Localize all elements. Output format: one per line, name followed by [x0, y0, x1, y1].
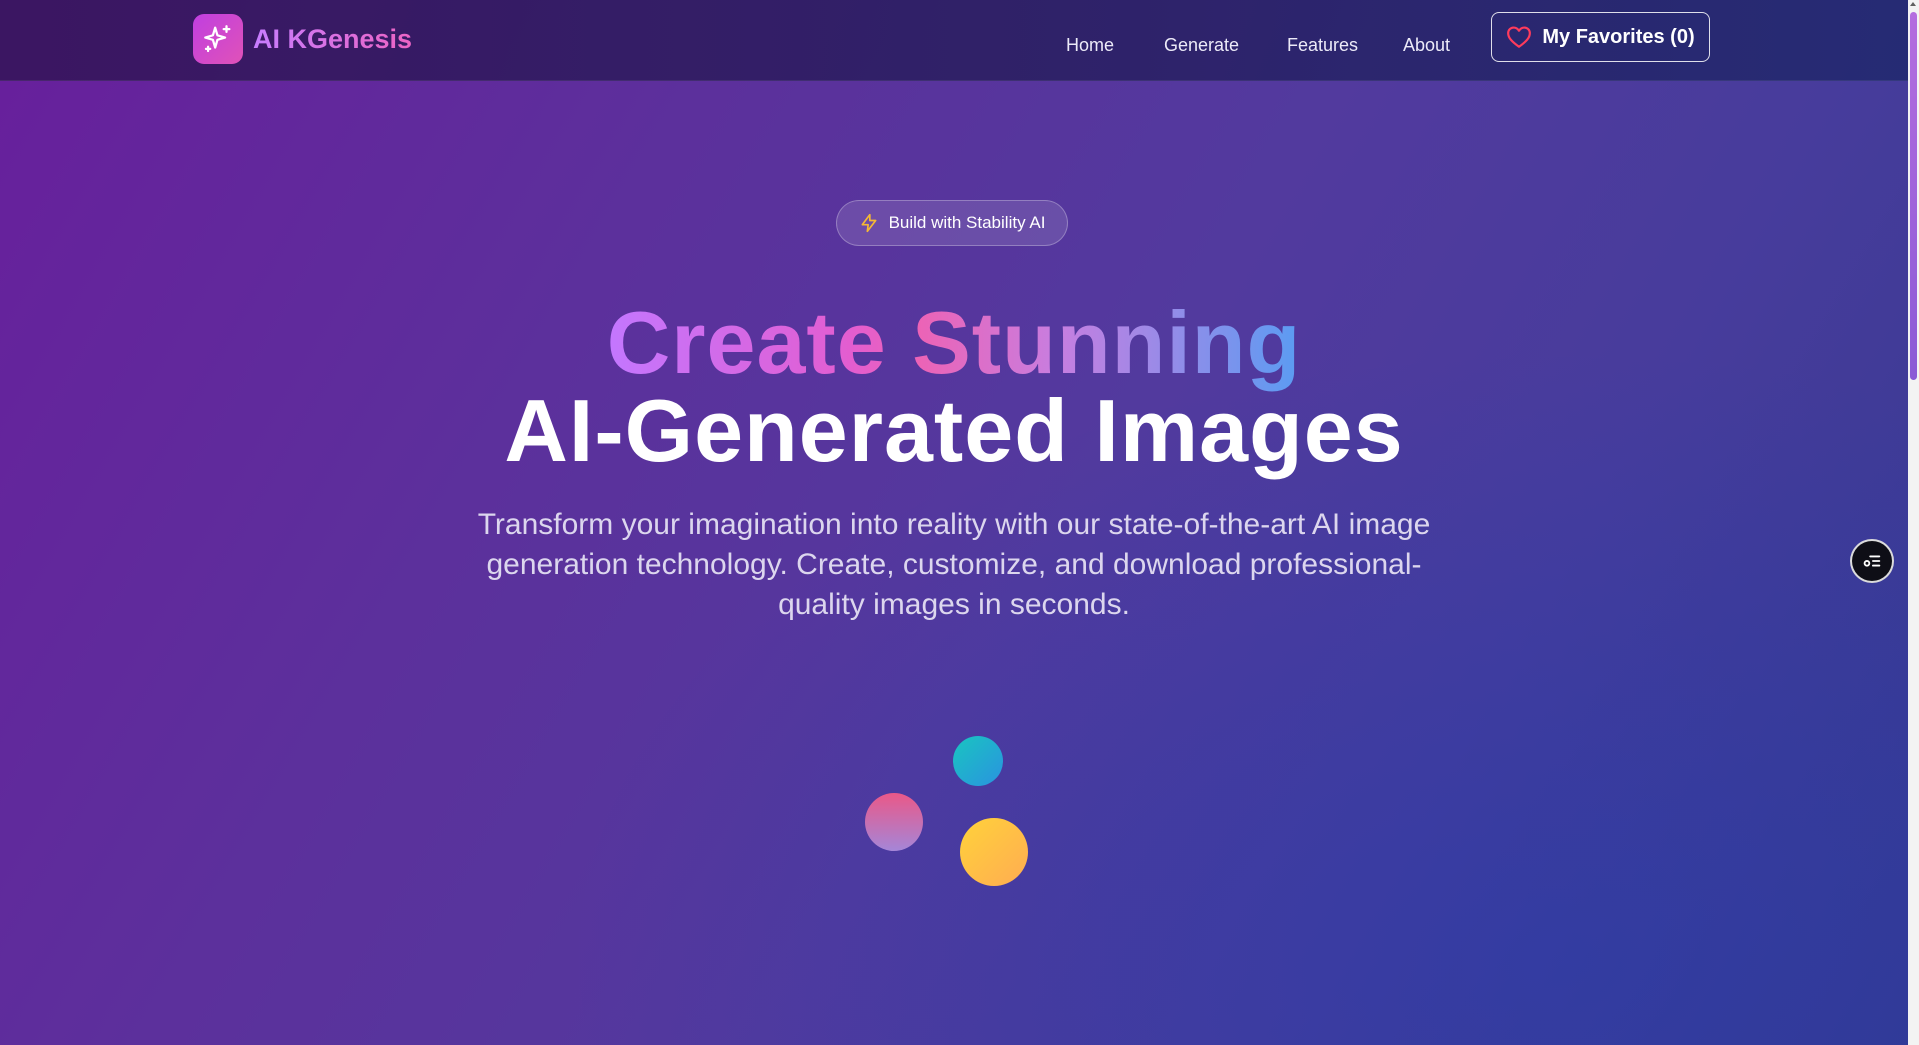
filter-list-icon: [1861, 550, 1883, 572]
decorative-orb-teal: [953, 736, 1003, 786]
hero-subtitle: Transform your imagination into reality …: [477, 508, 1431, 621]
brand-logo[interactable]: AI KGenesis: [193, 14, 412, 64]
my-favorites-label: My Favorites (0): [1542, 25, 1695, 48]
nav-generate[interactable]: Generate: [1164, 35, 1239, 56]
scroll-up-arrow-icon[interactable]: [1910, 2, 1916, 6]
hero-headline-gradient: Create Stunning: [0, 295, 1908, 391]
scrollbar-thumb[interactable]: [1910, 12, 1917, 380]
decorative-orb-pink: [865, 793, 923, 851]
nav-about[interactable]: About: [1403, 35, 1450, 56]
decorative-orb-yellow: [960, 818, 1028, 886]
stability-ai-badge: Build with Stability AI: [836, 200, 1068, 246]
lightning-icon: [859, 213, 879, 233]
hero-headline-plain: AI-Generated Images: [504, 381, 1404, 480]
nav-home[interactable]: Home: [1066, 35, 1114, 56]
badge-label: Build with Stability AI: [888, 213, 1046, 232]
page-scrollbar[interactable]: [1908, 0, 1919, 1045]
sparkles-icon: [193, 14, 243, 64]
floating-filter-button[interactable]: [1850, 539, 1894, 583]
my-favorites-button[interactable]: My Favorites (0): [1491, 12, 1710, 62]
heart-icon: [1506, 25, 1532, 49]
nav-features[interactable]: Features: [1287, 35, 1358, 56]
brand-name: AI KGenesis: [253, 23, 413, 54]
headline-gradient-text: Create Stunning: [606, 293, 1302, 392]
top-navbar: AI KGenesis Home Generate Features About…: [0, 0, 1908, 81]
page-viewport: AI KGenesis Home Generate Features About…: [0, 0, 1908, 1045]
